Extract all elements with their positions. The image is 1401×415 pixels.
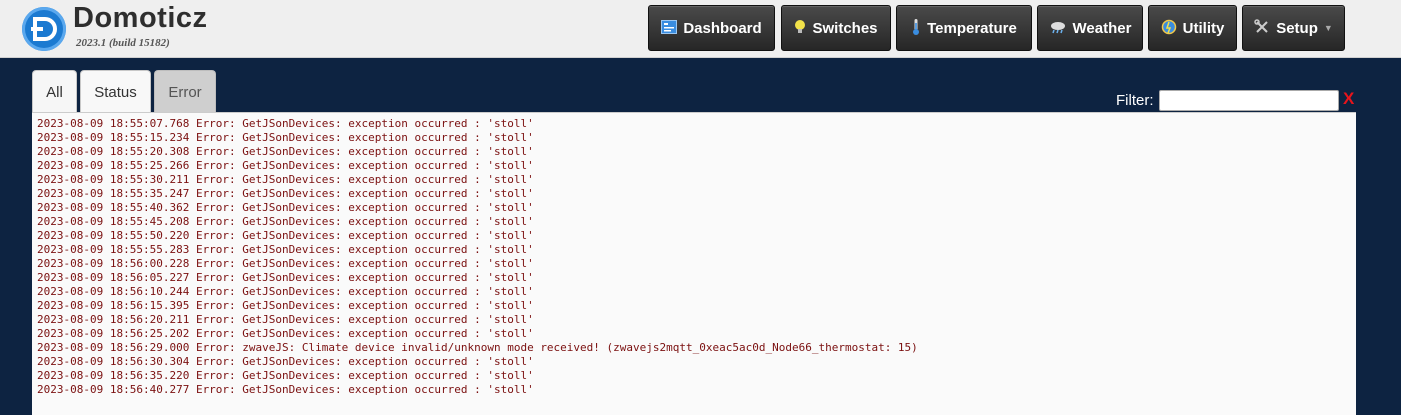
brand-title: Domoticz bbox=[73, 2, 208, 34]
clear-filter-icon[interactable]: X bbox=[1343, 89, 1354, 109]
log-line: 2023-08-09 18:55:45.208 Error: GetJSonDe… bbox=[37, 215, 534, 228]
nav-weather-label: Weather bbox=[1072, 19, 1132, 37]
chevron-down-icon: ▼ bbox=[1323, 23, 1333, 33]
tab-status-label: Status bbox=[94, 83, 137, 101]
filter-input[interactable] bbox=[1159, 90, 1339, 111]
tab-error-label: Error bbox=[168, 83, 202, 101]
weather-icon bbox=[1049, 20, 1067, 36]
log-line: 2023-08-09 18:56:00.228 Error: GetJSonDe… bbox=[37, 257, 534, 270]
nav-temperature-label: Temperature bbox=[927, 19, 1017, 37]
log-line: 2023-08-09 18:56:10.244 Error: GetJSonDe… bbox=[37, 285, 534, 298]
log-line: 2023-08-09 18:55:50.220 Error: GetJSonDe… bbox=[37, 229, 534, 242]
log-line: 2023-08-09 18:55:07.768 Error: GetJSonDe… bbox=[37, 117, 534, 130]
nav-utility-label: Utility bbox=[1182, 19, 1225, 37]
log-line: 2023-08-09 18:55:25.266 Error: GetJSonDe… bbox=[37, 159, 534, 172]
log-line: 2023-08-09 18:55:30.211 Error: GetJSonDe… bbox=[37, 173, 534, 186]
thermometer-icon bbox=[911, 18, 921, 38]
log-line: 2023-08-09 18:56:25.202 Error: GetJSonDe… bbox=[37, 327, 534, 340]
nav-temperature-button[interactable]: Temperature bbox=[896, 5, 1032, 51]
domoticz-logo-icon[interactable] bbox=[22, 7, 66, 51]
tab-all-label: All bbox=[46, 83, 63, 101]
log-line: 2023-08-09 18:55:40.362 Error: GetJSonDe… bbox=[37, 201, 534, 214]
tab-error[interactable]: Error bbox=[154, 70, 216, 113]
log-line: 2023-08-09 18:56:30.304 Error: GetJSonDe… bbox=[37, 355, 534, 368]
dashboard-icon bbox=[661, 20, 678, 36]
top-header: Domoticz 2023.1 (build 15182) Dashboard … bbox=[0, 0, 1401, 58]
nav-setup-button[interactable]: Setup ▼ bbox=[1242, 5, 1345, 51]
lightbulb-icon bbox=[794, 19, 806, 37]
log-line: 2023-08-09 18:56:15.395 Error: GetJSonDe… bbox=[37, 299, 534, 312]
tools-icon bbox=[1254, 19, 1270, 37]
nav-switches-label: Switches bbox=[812, 19, 878, 37]
log-line: 2023-08-09 18:55:15.234 Error: GetJSonDe… bbox=[37, 131, 534, 144]
tab-all[interactable]: All bbox=[32, 70, 77, 113]
version-label: 2023.1 (build 15182) bbox=[76, 37, 170, 49]
log-list: 2023-08-09 18:55:07.768 Error: GetJSonDe… bbox=[32, 113, 1356, 397]
tab-status[interactable]: Status bbox=[80, 70, 151, 113]
log-line: 2023-08-09 18:56:29.000 Error: zwaveJS: … bbox=[37, 341, 918, 354]
nav-switches-button[interactable]: Switches bbox=[781, 5, 891, 51]
log-line: 2023-08-09 18:55:20.308 Error: GetJSonDe… bbox=[37, 145, 534, 158]
nav-dashboard-button[interactable]: Dashboard bbox=[648, 5, 775, 51]
nav-utility-button[interactable]: Utility bbox=[1148, 5, 1237, 51]
log-line: 2023-08-09 18:55:35.247 Error: GetJSonDe… bbox=[37, 187, 534, 200]
filter-label: Filter: bbox=[1116, 92, 1154, 109]
log-line: 2023-08-09 18:56:20.211 Error: GetJSonDe… bbox=[37, 313, 534, 326]
nav-weather-button[interactable]: Weather bbox=[1037, 5, 1143, 51]
log-line: 2023-08-09 18:56:35.220 Error: GetJSonDe… bbox=[37, 369, 534, 382]
log-line: 2023-08-09 18:56:05.227 Error: GetJSonDe… bbox=[37, 271, 534, 284]
log-line: 2023-08-09 18:56:40.277 Error: GetJSonDe… bbox=[37, 383, 534, 396]
nav-dashboard-label: Dashboard bbox=[683, 19, 762, 37]
log-line: 2023-08-09 18:55:55.283 Error: GetJSonDe… bbox=[37, 243, 534, 256]
utility-icon bbox=[1161, 19, 1177, 37]
nav-setup-label: Setup bbox=[1276, 19, 1318, 37]
log-panel[interactable]: 2023-08-09 18:55:07.768 Error: GetJSonDe… bbox=[32, 112, 1356, 415]
